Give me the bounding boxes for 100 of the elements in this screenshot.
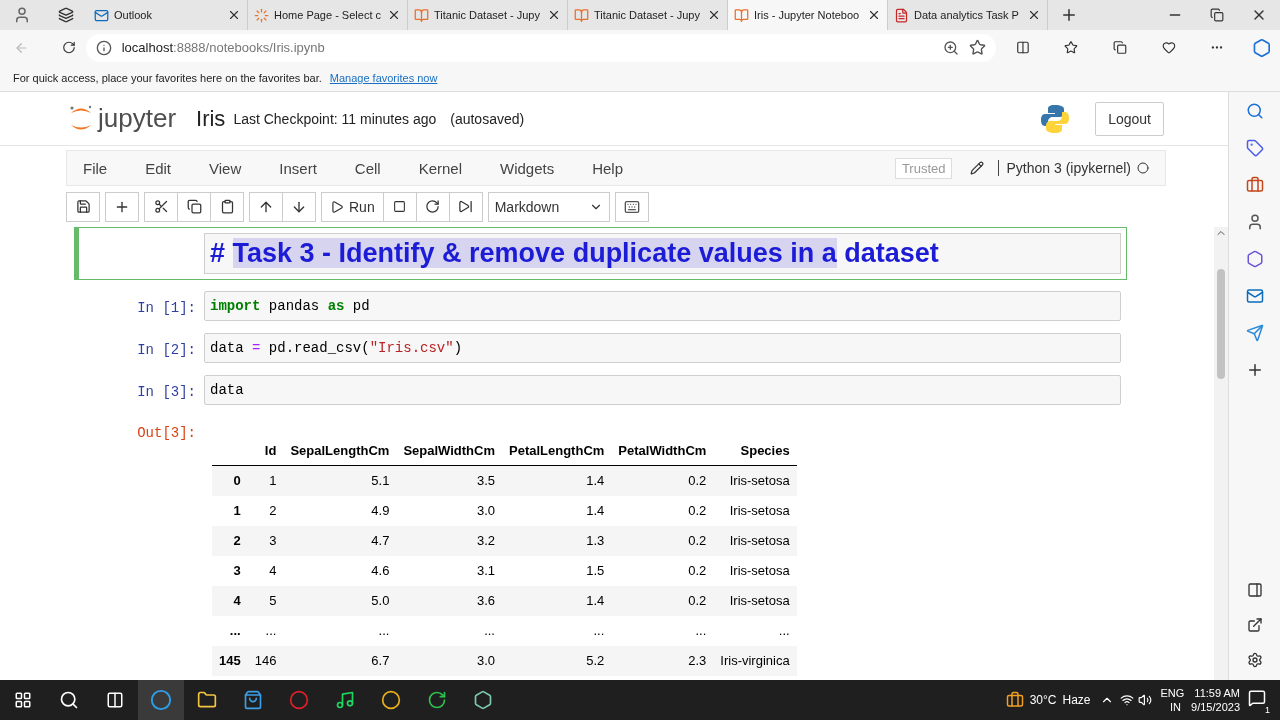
split-screen-icon[interactable] [1015, 39, 1030, 56]
reload-icon[interactable] [61, 39, 76, 56]
close-icon[interactable] [547, 8, 561, 22]
search-icon[interactable] [59, 690, 79, 710]
menu-item[interactable]: Cell [354, 159, 381, 177]
task-view-icon[interactable] [106, 691, 124, 709]
stop-button[interactable] [382, 191, 417, 222]
edit-icon[interactable] [970, 161, 985, 175]
menu-item[interactable]: Kernel [418, 159, 462, 177]
address-field[interactable]: localhost:8888/notebooks/Iris.ipynb [85, 33, 996, 62]
scissors-icon [153, 199, 169, 214]
folder-icon[interactable] [197, 690, 217, 710]
menu-item[interactable]: Edit [145, 159, 172, 177]
store-icon[interactable] [243, 690, 263, 710]
table-cell: Iris-setosa [713, 525, 797, 556]
notebook-icon [734, 7, 749, 23]
settings-icon[interactable] [1246, 652, 1263, 668]
column-header: PetalWidthCm [611, 436, 714, 466]
code-input[interactable]: data = pd.read_csv("Iris.csv") [204, 333, 1121, 363]
table-cell: 5.2 [502, 645, 612, 676]
close-icon[interactable] [387, 8, 401, 22]
table-cell: 0.2 [611, 525, 714, 556]
logout-button[interactable]: Logout [1095, 101, 1164, 136]
clock-time[interactable]: 11:59 AM [1194, 686, 1240, 700]
table-cell: ... [611, 615, 714, 646]
send-icon[interactable] [1245, 324, 1264, 342]
add-cell-button[interactable] [105, 191, 139, 222]
menu-item[interactable]: Insert [279, 159, 317, 177]
health-icon[interactable] [1161, 39, 1176, 56]
clock-date[interactable]: 9/15/2023 [1191, 700, 1240, 714]
run-button[interactable]: Run [321, 191, 384, 222]
notebook-name[interactable]: Iris [196, 105, 226, 132]
new-tab-icon[interactable] [1060, 6, 1078, 24]
favorites-icon[interactable] [1064, 39, 1079, 56]
input-prompt: In [3]: [136, 383, 197, 402]
stop-icon [393, 200, 407, 213]
close-icon[interactable] [867, 8, 881, 22]
menu-item[interactable]: Widgets [500, 159, 555, 177]
clipboard-icon [219, 199, 235, 214]
table-cell: 3.2 [396, 525, 502, 556]
table-cell: 4.6 [283, 555, 397, 586]
save-button[interactable] [66, 191, 100, 222]
python-logo-icon [1039, 102, 1072, 135]
code-input[interactable]: import pandas as pd [204, 291, 1121, 321]
close-icon[interactable] [707, 8, 721, 22]
scrollbar-thumb[interactable] [1217, 269, 1225, 379]
menu-item[interactable]: View [209, 159, 242, 177]
weather-condition: Haze [1062, 693, 1091, 707]
close-icon[interactable] [1027, 8, 1041, 22]
markdown-cell[interactable]: # Task 3 - Identify & remove duplicate values in a dataset [74, 227, 1127, 280]
cut-button[interactable] [144, 191, 178, 222]
move-down-button[interactable] [282, 191, 316, 222]
tag-icon[interactable] [1245, 139, 1264, 157]
menu-item[interactable]: Help [592, 159, 624, 177]
table-cell: 1.4 [502, 495, 612, 526]
toolbox-icon[interactable] [1245, 176, 1264, 194]
notebook-icon [414, 7, 429, 23]
restore-icon[interactable] [1210, 8, 1224, 22]
save-icon [75, 199, 91, 214]
input-prompt: In [1]: [136, 299, 197, 318]
paste-button[interactable] [210, 191, 244, 222]
table-cell: Iris-setosa [713, 555, 797, 586]
table-cell: ... [396, 615, 502, 646]
table-cell: ... [502, 615, 612, 646]
table-cell: 3.1 [396, 555, 502, 586]
table-cell: Iris-virginica [713, 645, 797, 676]
row-index: 3 [212, 555, 248, 586]
loading-icon [254, 7, 269, 23]
language-indicator[interactable]: ENG [1160, 686, 1185, 700]
favorite-icon[interactable] [968, 39, 986, 56]
table-cell: ... [283, 615, 397, 646]
code-input[interactable]: data [204, 375, 1121, 405]
windows-start-icon[interactable] [14, 691, 32, 709]
info-icon [95, 39, 112, 56]
markdown-heading[interactable]: # Task 3 - Identify & remove duplicate values in a dataset [204, 233, 1121, 274]
close-icon[interactable] [227, 8, 241, 22]
zoom-icon[interactable] [942, 39, 959, 56]
open-external-icon[interactable] [1246, 617, 1263, 633]
row-index: 2 [212, 525, 248, 556]
table-cell: 1.5 [502, 555, 612, 586]
profile-icon[interactable] [13, 6, 31, 24]
copy-button[interactable] [177, 191, 211, 222]
run-all-button[interactable] [448, 191, 483, 222]
cell-type-dropdown[interactable]: Markdown [487, 191, 610, 222]
table-cell: 1.4 [502, 585, 612, 616]
restart-button[interactable] [415, 191, 450, 222]
region-indicator[interactable]: IN [1170, 700, 1182, 714]
wifi-icon[interactable] [1120, 693, 1135, 707]
input-prompt: In [2]: [136, 341, 197, 360]
move-up-button[interactable] [249, 191, 283, 222]
keyboard-button[interactable] [614, 191, 649, 222]
volume-icon[interactable] [1138, 693, 1153, 707]
sidebar-icon[interactable] [1246, 582, 1263, 598]
menu-item[interactable]: File [83, 159, 108, 177]
table-cell: 3.0 [396, 645, 502, 676]
browser-tab[interactable]: Iris - Jupyter Noteboo [728, 0, 888, 30]
notifications-icon[interactable] [1248, 689, 1266, 707]
collections-icon[interactable] [1113, 39, 1127, 56]
row-index: ... [212, 615, 248, 646]
manage-favorites-link[interactable]: Manage favorites now [329, 72, 438, 84]
